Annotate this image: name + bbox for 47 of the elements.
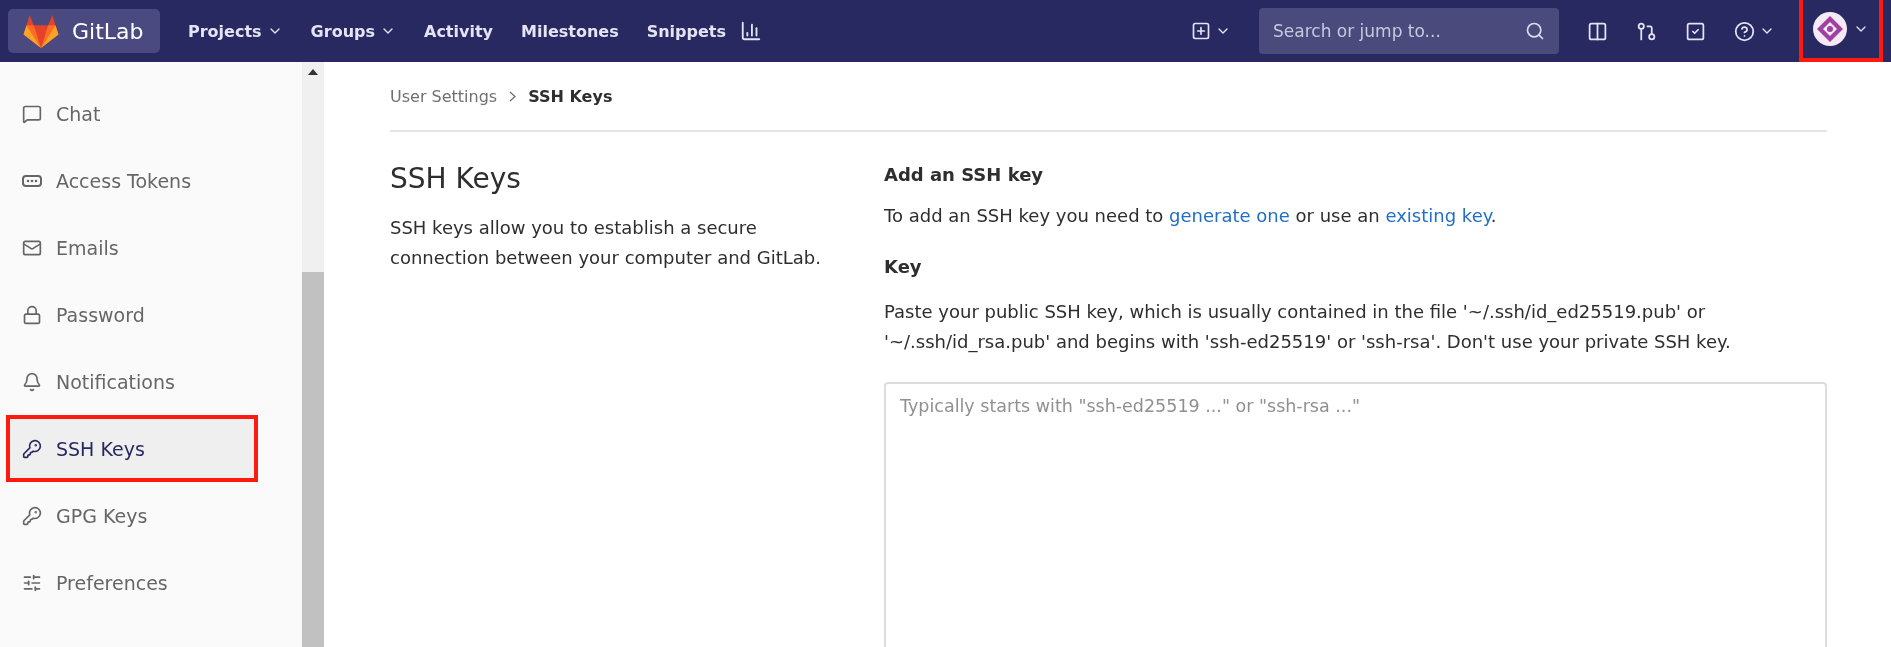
nav-link[interactable]: Groups (310, 21, 396, 41)
bell-icon (22, 371, 42, 392)
breadcrumb-link[interactable]: SSH Keys (528, 86, 613, 106)
sidebar-item[interactable]: SSH Keys (6, 415, 258, 482)
search-field[interactable]: Search or jump to... (1259, 8, 1559, 54)
nav-link[interactable]: Activity (424, 21, 493, 41)
generate-link[interactable]: generate one (1169, 205, 1290, 226)
help-icon[interactable] (1734, 20, 1755, 42)
nav-link[interactable]: Milestones (521, 21, 619, 41)
existing-key-link[interactable]: existing key (1385, 205, 1491, 226)
lock-icon (22, 304, 42, 325)
section-heading: Add an SSH key (884, 164, 1045, 185)
panel-icon[interactable] (1587, 20, 1608, 42)
chevron-right-icon (509, 90, 517, 102)
token-icon (22, 174, 42, 187)
sidebar-item[interactable]: Access Tokens (0, 147, 302, 214)
merge-request-icon[interactable] (1636, 20, 1657, 42)
brand-name: GitLab (72, 18, 144, 44)
scrollbar-thumb[interactable] (302, 272, 324, 647)
sidebar-item[interactable]: Notifications (0, 348, 302, 415)
page-description: SSH keys allow you to establish a secure connection between your computer and GitLab. (390, 216, 822, 270)
sidebar-item[interactable]: Emails (0, 214, 302, 281)
plus-icon[interactable] (1191, 21, 1211, 41)
sidebar-item[interactable]: Chat (0, 80, 302, 147)
sidebar-item[interactable]: Password (0, 281, 302, 348)
breadcrumb-link[interactable]: User Settings (390, 86, 498, 106)
search-icon (1525, 21, 1545, 41)
scroll-up-icon[interactable] (308, 69, 318, 75)
key-icon (22, 438, 42, 459)
nav-link[interactable]: Snippets (646, 21, 726, 41)
sliders-icon (22, 572, 42, 593)
chart-icon[interactable] (740, 20, 762, 42)
sidebar-item[interactable]: Preferences (0, 549, 302, 616)
key-field[interactable]: Typically starts with "ssh-ed25519 ..." or "ssh-rsa ..." (884, 382, 1827, 647)
sidebar-item[interactable]: GPG Keys (0, 482, 302, 549)
brand-logo[interactable]: GitLab (8, 9, 160, 53)
chat-icon (22, 103, 42, 124)
field-label: Key (884, 256, 923, 277)
avatar-icon[interactable] (1813, 12, 1847, 46)
scrollbar[interactable] (302, 62, 324, 647)
nav-link[interactable]: Projects (188, 21, 283, 41)
help-text: Paste your public SSH key, which is usually contained in the file '~/.ssh/id_ed25519.pub' or '~/.ssh/id_rsa.pub' and begins with 'ssh-ed25519' or 'ssh-rsa'. Don't use your private SSH key. (884, 300, 1732, 355)
fox-logo-icon (22, 14, 60, 48)
todo-icon[interactable] (1685, 20, 1706, 42)
instruction-text: To add an SSH key you need to generate one or use an existing key. (884, 205, 1498, 226)
key-icon (22, 505, 42, 526)
page-title: SSH Keys (390, 162, 522, 195)
